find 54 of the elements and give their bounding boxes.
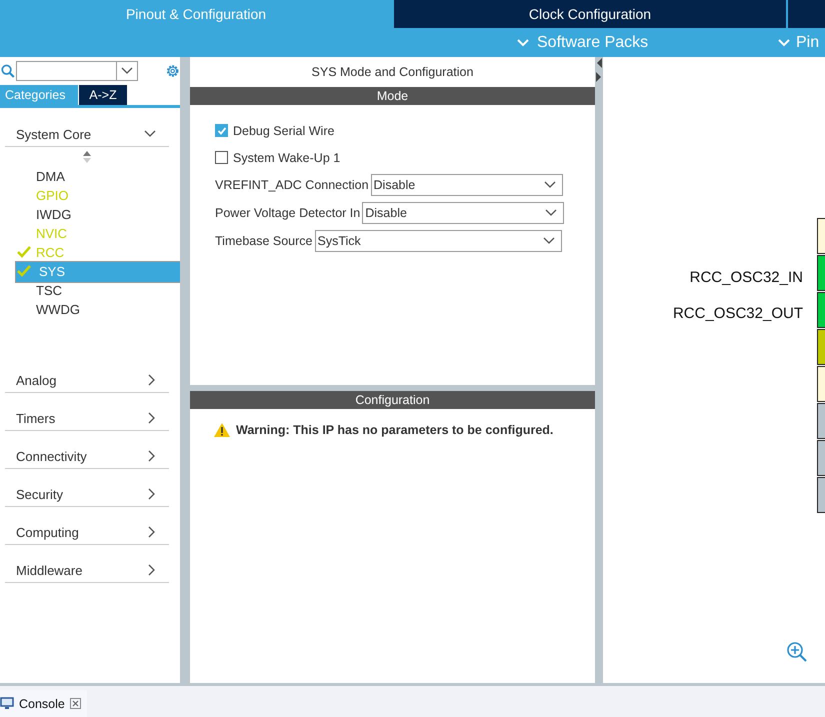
dropdown[interactable]: Disable — [362, 202, 564, 224]
checkbox[interactable] — [215, 124, 228, 137]
search-field[interactable] — [16, 61, 138, 81]
close-icon[interactable] — [70, 698, 81, 709]
pin[interactable] — [817, 329, 825, 365]
dropdown[interactable]: Disable — [370, 174, 563, 196]
checkbox-label: Debug Serial Wire — [233, 124, 334, 138]
pin[interactable] — [817, 255, 825, 291]
monitor-icon — [0, 697, 14, 710]
category-header[interactable]: Analog — [5, 368, 169, 393]
sort-icon[interactable] — [82, 150, 92, 164]
category-header[interactable]: Timers — [5, 406, 169, 431]
field-label: VREFINT_ADC Connection — [215, 178, 369, 192]
category-header[interactable]: Middleware — [5, 558, 169, 583]
pin-signal-label: RCC_OSC32_IN — [690, 269, 803, 288]
field-label: Power Voltage Detector In — [215, 206, 360, 220]
category-header[interactable]: Security — [5, 482, 169, 507]
tab-strip — [788, 0, 825, 28]
perspective-tab[interactable]: Clock Configuration — [394, 0, 786, 28]
chevron-down-icon — [778, 38, 790, 47]
pin[interactable] — [817, 403, 825, 439]
category-header[interactable]: Computing — [5, 520, 169, 545]
pin[interactable] — [817, 477, 825, 513]
category-header[interactable]: System Core — [5, 122, 169, 147]
section-header: Mode — [190, 87, 595, 105]
dropdown[interactable]: SysTick — [314, 230, 562, 252]
section-header: Configuration — [190, 391, 595, 409]
field-label: Timebase Source — [215, 234, 312, 248]
chevron-down-icon — [542, 237, 554, 245]
chevron-down-icon — [545, 209, 558, 217]
zoom-in-icon[interactable] — [786, 641, 808, 663]
panel-title: SYS Mode and Configuration — [310, 64, 474, 81]
warning-icon — [213, 422, 231, 438]
chevron-down-icon — [544, 181, 556, 189]
pin[interactable] — [817, 366, 825, 402]
pin[interactable] — [817, 218, 825, 254]
pin[interactable] — [817, 440, 825, 476]
search-icon — [1, 63, 15, 79]
peripheral-item[interactable]: DMA — [15, 167, 157, 186]
settings-icon[interactable] — [164, 62, 180, 80]
checkbox[interactable] — [215, 151, 228, 164]
chevron-down-icon — [517, 38, 529, 47]
peripheral-item[interactable]: IWDG — [15, 205, 157, 224]
checkbox-label: System Wake-Up 1 — [233, 150, 340, 164]
category-header[interactable]: Connectivity — [5, 444, 169, 469]
peripheral-item[interactable]: TSC — [15, 281, 157, 300]
peripheral-item[interactable]: WWDG — [15, 300, 157, 319]
pin[interactable] — [817, 292, 825, 328]
console-tab[interactable]: Console — [0, 690, 87, 717]
collapse-handle-icon[interactable] — [595, 57, 603, 83]
pin-signal-label: RCC_OSC32_OUT — [672, 305, 803, 324]
view-tab[interactable]: A->Z — [79, 85, 127, 105]
warning-message: Warning: This IP has no parameters to be configured. — [236, 423, 554, 437]
chevron-down-icon — [120, 67, 133, 75]
